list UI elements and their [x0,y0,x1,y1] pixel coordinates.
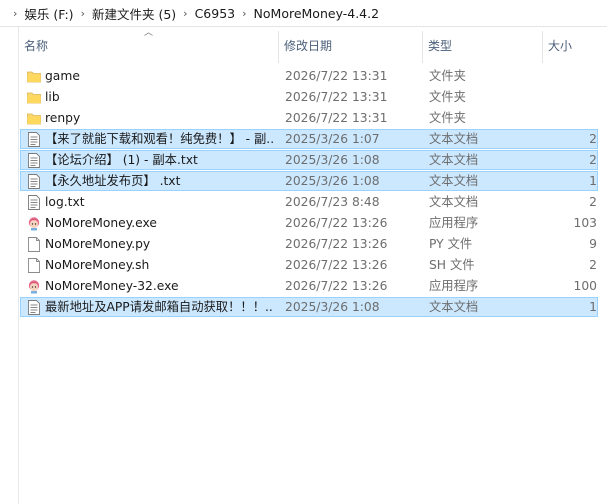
file-date: 2025/3/26 1:07 [285,132,380,146]
file-name[interactable]: log.txt [45,193,273,211]
column-divider[interactable] [542,31,543,63]
breadcrumb-separator[interactable]: › [242,7,246,20]
file-date: 2025/3/26 1:08 [285,300,380,314]
breadcrumb-item-folder[interactable]: 新建文件夹 (5) [92,4,176,23]
file-type: 文件夹 [429,111,466,125]
file-name[interactable]: 【来了就能下载和观看！纯免费！】 - 副... [45,130,273,148]
breadcrumb-item-subfolder[interactable]: C6953 [195,6,236,21]
column-divider[interactable] [278,31,279,63]
file-date: 2026/7/22 13:31 [285,111,388,125]
file-row[interactable]: 【永久地址发布页】 .txt 2025/3/26 1:08 文本文档 1 [20,171,598,191]
file-date: 2026/7/22 13:31 [285,69,388,83]
file-type: 应用程序 [429,216,479,230]
file-name[interactable]: NoMoreMoney.sh [45,256,273,274]
file-date: 2025/3/26 1:08 [285,153,380,167]
column-header-size[interactable]: 大小 [544,27,604,63]
file-name[interactable]: 最新地址及APP请发邮箱自动获取！！！... [45,298,273,316]
file-size: 1 [589,300,597,314]
folder-icon [27,90,41,105]
breadcrumb-item-drive[interactable]: 娱乐 (F:) [24,4,73,23]
file-date: 2026/7/22 13:26 [285,258,388,272]
file-row[interactable]: renpy 2026/7/22 13:31 文件夹 [20,108,598,128]
file-type: 文本文档 [429,195,479,209]
file-row[interactable]: 【来了就能下载和观看！纯免费！】 - 副... 2025/3/26 1:07 文本文… [20,129,598,149]
file-type: 文件夹 [429,69,466,83]
renpy-app-icon [27,279,41,294]
file-type: 文本文档 [429,300,479,314]
navigation-pane [0,27,19,504]
breadcrumb[interactable]: › 娱乐 (F:) › 新建文件夹 (5) › C6953 › NoMoreMo… [0,0,607,27]
file-size [541,88,597,106]
file-size: 103 [573,216,597,230]
file-size [541,109,597,127]
file-size [541,67,597,85]
file-name[interactable]: NoMoreMoney.py [45,235,273,253]
column-divider[interactable] [422,31,423,63]
file-size: 2 [589,153,597,167]
blank-file-icon [27,258,41,273]
column-header-type[interactable]: 类型 [424,27,542,63]
vertical-scrollbar[interactable] [602,63,607,504]
file-name[interactable]: 【论坛介绍】 (1) - 副本.txt [45,151,273,169]
file-date: 2026/7/22 13:26 [285,279,388,293]
file-date: 2026/7/22 13:26 [285,216,388,230]
file-type: 文本文档 [429,132,479,146]
text-file-icon [27,153,41,168]
file-date: 2025/3/26 1:08 [285,174,380,188]
file-row[interactable]: NoMoreMoney.exe 2026/7/22 13:26 应用程序 103 [20,213,598,233]
file-size: 1 [589,174,597,188]
breadcrumb-separator: › [13,6,18,20]
file-name[interactable]: NoMoreMoney.exe [45,214,273,232]
file-date: 2026/7/22 13:31 [285,90,388,104]
file-name[interactable]: NoMoreMoney-32.exe [45,277,273,295]
breadcrumb-separator[interactable]: › [183,7,187,20]
column-header-name[interactable]: 名称 [20,27,278,63]
blank-file-icon [27,237,41,252]
file-date: 2026/7/23 8:48 [285,195,380,209]
file-size: 2 [589,132,597,146]
file-row[interactable]: log.txt 2026/7/23 8:48 文本文档 2 [20,192,598,212]
text-file-icon [27,132,41,147]
file-row[interactable]: lib 2026/7/22 13:31 文件夹 [20,87,598,107]
folder-icon [27,111,41,126]
file-row[interactable]: game 2026/7/22 13:31 文件夹 [20,66,598,86]
folder-icon [27,69,41,84]
file-type: 应用程序 [429,279,479,293]
file-name[interactable]: game [45,67,273,85]
file-size: 2 [589,258,597,272]
file-type: PY 文件 [429,237,473,251]
breadcrumb-item-current[interactable]: NoMoreMoney-4.4.2 [254,6,380,21]
column-header-date[interactable]: 修改日期 [280,27,422,63]
file-name[interactable]: lib [45,88,273,106]
file-type: SH 文件 [429,258,475,272]
file-name[interactable]: 【永久地址发布页】 .txt [45,172,273,190]
text-file-icon [27,174,41,189]
file-type: 文本文档 [429,174,479,188]
file-size: 100 [573,279,597,293]
file-date: 2026/7/22 13:26 [285,237,388,251]
file-row[interactable]: 最新地址及APP请发邮箱自动获取！！！... 2025/3/26 1:08 文本文档… [20,297,598,317]
file-type: 文本文档 [429,153,479,167]
text-file-icon [27,195,41,210]
text-file-icon [27,300,41,315]
file-list: game 2026/7/22 13:31 文件夹 lib 2026/7/22 13:31… [20,66,600,318]
file-row[interactable]: NoMoreMoney.py 2026/7/22 13:26 PY 文件 9 [20,234,598,254]
file-type: 文件夹 [429,90,466,104]
file-row[interactable]: NoMoreMoney-32.exe 2026/7/22 13:26 应用程序 100 [20,276,598,296]
file-row[interactable]: 【论坛介绍】 (1) - 副本.txt 2025/3/26 1:08 文本文档 2 [20,150,598,170]
file-name[interactable]: renpy [45,109,273,127]
column-header-row: ︿ 名称 修改日期 类型 大小 [20,27,607,63]
file-explorer-window: › 娱乐 (F:) › 新建文件夹 (5) › C6953 › NoMoreMo… [0,0,607,504]
file-size: 2 [589,195,597,209]
file-row[interactable]: NoMoreMoney.sh 2026/7/22 13:26 SH 文件 2 [20,255,598,275]
file-size: 9 [589,237,597,251]
renpy-app-icon [27,216,41,231]
breadcrumb-separator[interactable]: › [81,7,85,20]
